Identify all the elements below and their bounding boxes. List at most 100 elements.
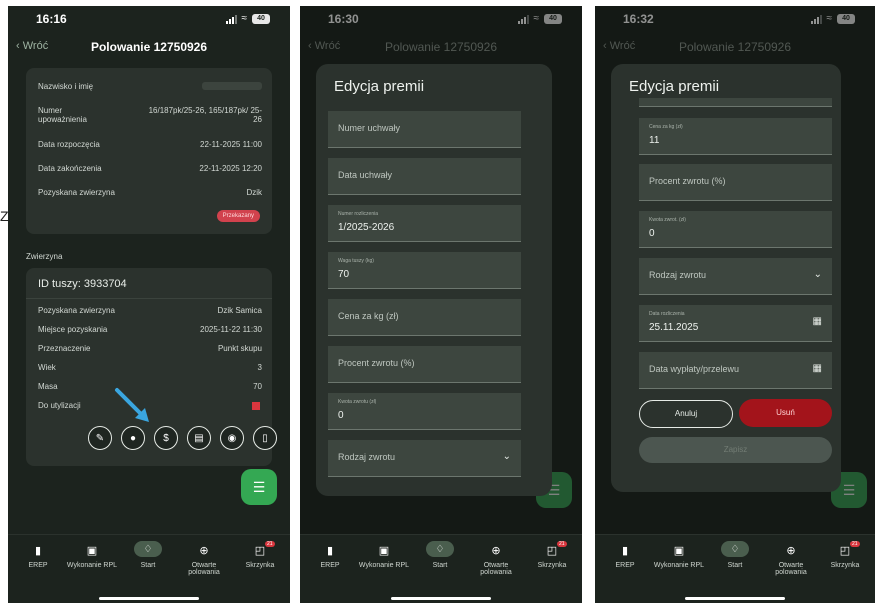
tab-erep[interactable]: ▮ EREP (302, 541, 358, 570)
clipped-field (639, 98, 832, 107)
hunt-info-card: Nazwisko i imię Numer upoważnienia 16/187… (26, 68, 272, 234)
calendar-check-icon: ▣ (673, 544, 685, 557)
refund-type-select[interactable]: Rodzaj zwrotu ⌄ (639, 258, 832, 295)
settlement-number-field[interactable]: Numer rozliczenia 1/2025-2026 (328, 205, 521, 242)
calendar-icon[interactable]: ▦ (813, 363, 822, 374)
battery-icon: 40 (252, 13, 270, 24)
tab-start[interactable]: ♢ Start (707, 541, 763, 569)
menu-fab-button[interactable]: ☰ (241, 469, 277, 505)
calendar-icon[interactable]: ▦ (813, 316, 822, 327)
tab-rpl[interactable]: ▣ Wykonanie RPL (356, 541, 412, 570)
wifi-icon: ≈ (241, 13, 248, 24)
carcass-value: 70 (253, 382, 262, 391)
delete-button[interactable]: Usuń (739, 399, 832, 427)
book-icon: ▮ (34, 544, 42, 557)
refund-type-select[interactable]: Rodzaj zwrotu ⌄ (328, 440, 521, 477)
chevron-down-icon: ⌄ (502, 451, 511, 462)
tab-open-hunts[interactable]: ⊕ Otwarte polowania (468, 541, 524, 577)
inbox-badge: 21 (557, 541, 567, 547)
field-placeholder: Numer uchwały (338, 123, 401, 133)
refund-percent-field[interactable]: Procent zwrotu (%) (328, 346, 521, 383)
carcass-value: Dzik Samica (217, 306, 262, 315)
edit-icon[interactable]: ✎ (88, 426, 112, 450)
carcass-key: Przeznaczenie (38, 344, 91, 353)
phone-screen-hunt-details: 16:16 ≈ 40 ‹ Wróć Polowanie 12750926 Naz… (8, 6, 290, 603)
trash-icon[interactable]: ▯ (253, 426, 277, 450)
tab-label: Wykonanie RPL (358, 562, 410, 569)
tab-open-hunts[interactable]: ⊕ Otwarte polowania (176, 541, 232, 577)
dollar-icon[interactable]: $ (154, 426, 178, 450)
tab-rpl[interactable]: ▣ Wykonanie RPL (651, 541, 707, 570)
cancel-button[interactable]: Anuluj (639, 400, 733, 428)
tab-inbox[interactable]: ◰ 21 Skrzynka (232, 541, 288, 569)
location-icon[interactable]: ● (121, 426, 145, 450)
carcass-weight-field[interactable]: Waga tuszy (kg) 70 (328, 252, 521, 289)
tab-label: Start (140, 562, 156, 569)
field-label: Numer rozliczenia (338, 211, 379, 217)
tab-bar: ▮ EREP ▣ Wykonanie RPL ♢ Start ⊕ Otwarte pol… (300, 534, 582, 603)
resolution-number-field[interactable]: Numer uchwały (328, 111, 521, 148)
dialog-title: Edycja premii (334, 78, 425, 95)
refund-amount-field[interactable]: Kwota zwrotu (zł) 0 (328, 393, 521, 430)
info-key: Nazwisko i imię (38, 82, 94, 91)
status-icons: ≈ 40 (225, 13, 270, 24)
camera-icon[interactable]: ◉ (220, 426, 244, 450)
field-label: Waga tuszy (kg) (338, 258, 374, 264)
field-value: 0 (649, 228, 655, 239)
settlement-date-field[interactable]: Data rozliczenia 25.11.2025 ▦ (639, 305, 832, 342)
field-value: 70 (338, 269, 350, 280)
field-label: Kwota zwrot. (zł) (649, 217, 686, 223)
tab-label: Otwarte polowania (480, 562, 512, 576)
tab-label: Skrzynka (830, 562, 860, 569)
tab-start[interactable]: ♢ Start (120, 541, 176, 569)
inbox-badge: 21 (265, 541, 275, 547)
carcass-value: Punkt skupu (217, 344, 262, 353)
tab-label: Otwarte polowania (188, 562, 220, 576)
book-icon: ▮ (621, 544, 629, 557)
field-placeholder: Cena za kg (zł) (338, 311, 399, 321)
tab-erep[interactable]: ▮ EREP (10, 541, 66, 570)
info-key: Data rozpoczęcia (38, 140, 100, 149)
field-value: 11 (649, 135, 660, 146)
tab-inbox[interactable]: ◰ 21 Skrzynka (817, 541, 873, 569)
page-title: Polowanie 12750926 (90, 40, 208, 54)
carcass-key: Miejsce pozyskania (38, 325, 108, 334)
tab-label: EREP (615, 562, 635, 569)
field-placeholder: Procent zwrotu (%) (649, 176, 726, 186)
price-per-kg-field[interactable]: Cena za kg (zł) 11 (639, 118, 832, 155)
status-time: 16:16 (36, 12, 67, 26)
tab-erep[interactable]: ▮ EREP (597, 541, 653, 570)
carcass-key: Do utylizacji (38, 401, 81, 410)
nav-bar: ‹ Wróć Polowanie 12750926 (8, 36, 290, 60)
tab-label: Skrzynka (537, 562, 567, 569)
info-key: Pozyskana zwierzyna (38, 188, 115, 197)
save-button[interactable]: Zapisz (639, 437, 832, 463)
signal-icon (225, 14, 237, 24)
refund-amount-field[interactable]: Kwota zwrot. (zł) 0 (639, 211, 832, 248)
tab-inbox[interactable]: ◰ 21 Skrzynka (524, 541, 580, 569)
tab-label: Otwarte polowania (775, 562, 807, 576)
info-key: Numer upoważnienia (38, 106, 87, 124)
field-placeholder: Rodzaj zwrotu (338, 452, 396, 462)
carcass-key: Wiek (38, 363, 56, 372)
carcass-card[interactable]: ID tuszy: 3933704 Pozyskana zwierzyna Dzi… (26, 268, 277, 466)
section-title: Zwierzyna (26, 252, 63, 261)
redacted-value (202, 82, 262, 90)
field-label: Kwota zwrotu (zł) (338, 399, 377, 405)
tab-bar: ▮ EREP ▣ Wykonanie RPL ♢ Start ⊕ Otwarte pol… (595, 534, 875, 603)
tab-start[interactable]: ♢ Start (412, 541, 468, 569)
tab-rpl[interactable]: ▣ Wykonanie RPL (64, 541, 120, 570)
info-value: Dzik (246, 188, 262, 197)
payment-date-field[interactable]: Data wypłaty/przelewu ▦ (639, 352, 832, 389)
field-placeholder: Data uchwały (338, 170, 393, 180)
chevron-down-icon: ⌄ (813, 269, 822, 280)
resolution-date-field[interactable]: Data uchwały (328, 158, 521, 195)
tab-open-hunts[interactable]: ⊕ Otwarte polowania (763, 541, 819, 577)
info-value: 16/187pk/25-26, 165/187pk/ 25-26 (148, 106, 262, 124)
price-per-kg-field[interactable]: Cena za kg (zł) (328, 299, 521, 336)
document-edit-icon[interactable]: ▤ (187, 426, 211, 450)
refund-percent-field[interactable]: Procent zwrotu (%) (639, 164, 832, 201)
tree-icon: ♢ (426, 541, 454, 557)
tab-bar: ▮ EREP ▣ Wykonanie RPL ♢ Start ⊕ Otwarte pol… (8, 534, 290, 603)
inbox-icon: ◰ (839, 544, 851, 557)
